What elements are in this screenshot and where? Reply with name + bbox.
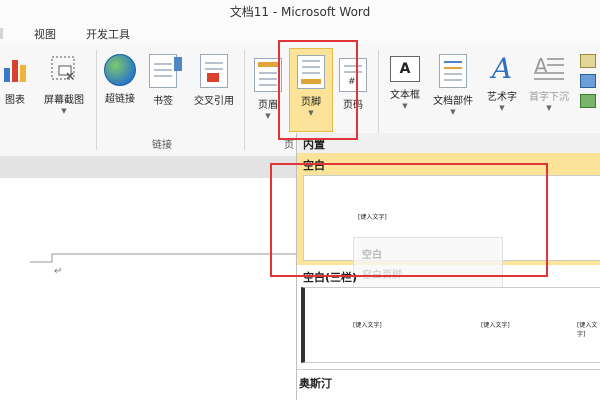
- bookmark-label: 书签: [153, 96, 173, 107]
- hyperlink-button[interactable]: 超链接: [100, 54, 140, 105]
- annotation-box-footer-button: [278, 40, 358, 140]
- tab-developer[interactable]: 开发工具: [86, 26, 130, 42]
- title-bar: 文档11 - Microsoft Word: [0, 0, 600, 22]
- group-divider: [244, 50, 245, 150]
- screenshot-label: 屏幕截图: [44, 95, 84, 106]
- chevron-down-icon: ▼: [402, 102, 408, 110]
- placeholder-text: [键入文字]: [577, 322, 598, 338]
- document-parts-button[interactable]: 文档部件 ▼: [428, 54, 478, 116]
- cross-reference-icon: [200, 54, 228, 88]
- document-page[interactable]: ↵: [0, 178, 296, 400]
- word-art-icon: A: [491, 52, 513, 85]
- text-box-button[interactable]: A 文本框 ▼: [384, 56, 426, 110]
- word-art-button[interactable]: A 艺术字 ▼: [480, 52, 524, 113]
- date-time-icon[interactable]: [580, 74, 596, 88]
- divider: [297, 369, 600, 370]
- cross-reference-label: 交叉引用: [194, 96, 234, 107]
- placeholder-text: [键入文字]: [353, 322, 382, 329]
- chevron-down-icon: ▼: [450, 108, 456, 116]
- footer-preview: [键入文字] [键入文字] [键入文字]: [301, 287, 600, 363]
- tab-view[interactable]: 视图: [34, 26, 56, 42]
- word-art-label: 艺术字: [487, 92, 517, 103]
- drop-cap-label: 首字下沉: [529, 92, 569, 103]
- object-icon[interactable]: [580, 94, 596, 108]
- hyperlink-label: 超链接: [105, 94, 135, 105]
- text-box-label: 文本框: [390, 90, 420, 101]
- group-divider: [96, 50, 97, 150]
- small-icons-column: [580, 54, 598, 108]
- chart-button[interactable]: 图表: [0, 56, 30, 106]
- bar-chart-icon: [4, 60, 26, 82]
- bookmark-button[interactable]: 书签: [146, 54, 182, 107]
- cut-tab-edge: [0, 28, 3, 39]
- window-title: 文档11 - Microsoft Word: [229, 5, 371, 19]
- screenshot-button[interactable]: 屏幕截图 ▼: [38, 54, 90, 115]
- chevron-down-icon: ▼: [61, 107, 67, 115]
- document-ruler-bar: [0, 156, 296, 179]
- globe-link-icon: [104, 54, 136, 86]
- document-parts-label: 文档部件: [433, 96, 473, 107]
- bookmark-icon: [149, 54, 182, 88]
- gallery-item-blank-three-column[interactable]: 空白(三栏) [键入文字] [键入文字] [键入文字]: [297, 267, 600, 367]
- screenshot-icon: [51, 56, 75, 80]
- document-parts-icon: [439, 54, 467, 88]
- drop-cap-icon: A: [534, 54, 564, 84]
- text-box-icon: A: [390, 56, 420, 82]
- paragraph-mark-icon: ↵: [54, 266, 63, 277]
- annotation-box-blank-footer: [270, 163, 548, 277]
- chevron-down-icon: ▼: [499, 104, 505, 112]
- signature-line-icon[interactable]: [580, 54, 596, 68]
- chevron-down-icon: ▼: [546, 104, 552, 112]
- chart-label: 图表: [5, 95, 25, 106]
- links-group-label: 链接: [152, 140, 172, 151]
- gallery-item-name: 奥斯汀: [299, 377, 332, 390]
- drop-cap-button[interactable]: A 首字下沉 ▼: [526, 54, 572, 112]
- placeholder-text: [键入文字]: [481, 322, 510, 329]
- gallery-item-austin[interactable]: 奥斯汀: [297, 367, 600, 400]
- cross-reference-button[interactable]: 交叉引用: [188, 54, 240, 107]
- footer-boundary-mark: [30, 253, 296, 263]
